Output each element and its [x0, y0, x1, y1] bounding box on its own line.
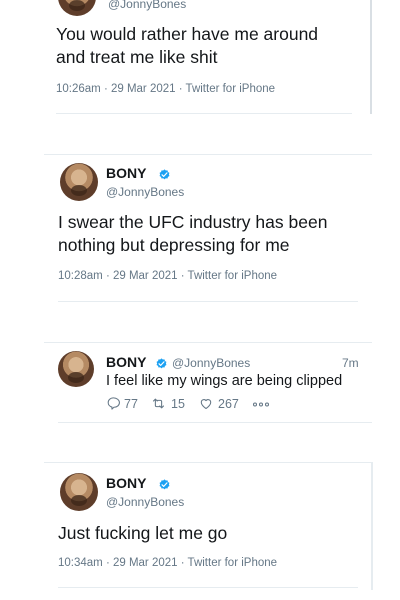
- verified-badge-icon: [156, 358, 167, 369]
- like-icon[interactable]: [198, 396, 214, 411]
- tweet-author-name[interactable]: BONY: [106, 354, 146, 370]
- like-count: 267: [218, 397, 239, 411]
- reply-icon[interactable]: [106, 396, 121, 411]
- tweet-card[interactable]: BONY @JonnyBones 7m I feel like my wings…: [44, 342, 372, 423]
- verified-badge-icon: [159, 169, 170, 180]
- tweet-handle[interactable]: @JonnyBones: [108, 0, 186, 11]
- tweet-handle[interactable]: @JonnyBones: [172, 356, 250, 370]
- tweet-text: Just fucking let me go: [58, 523, 228, 543]
- avatar[interactable]: [58, 0, 96, 16]
- retweet-icon[interactable]: [150, 396, 167, 411]
- divider: [56, 113, 352, 114]
- reply-count: 77: [124, 397, 138, 411]
- tweet-handle[interactable]: @JonnyBones: [106, 185, 184, 199]
- scroll-edge: [371, 462, 373, 590]
- divider: [58, 587, 358, 588]
- tweet-card[interactable]: @JonnyBones You would rather have me aro…: [40, 0, 372, 114]
- tweet-card[interactable]: BONY @JonnyBones I swear the UFC industr…: [44, 154, 372, 302]
- divider: [58, 301, 358, 302]
- retweet-count: 15: [171, 397, 185, 411]
- avatar[interactable]: [58, 351, 94, 387]
- tweet-author-name[interactable]: BONY: [106, 475, 146, 491]
- tweet-author-name[interactable]: BONY: [106, 165, 146, 181]
- tweet-text: I swear the UFC industry has been nothin…: [58, 212, 328, 255]
- divider: [58, 422, 372, 423]
- tweet-meta[interactable]: 10:34am · 29 Mar 2021 · Twitter for iPho…: [58, 557, 277, 569]
- verified-badge-icon: [159, 479, 170, 490]
- tweet-card[interactable]: BONY @JonnyBones Just fucking let me go …: [44, 462, 372, 590]
- tweet-meta[interactable]: 10:28am · 29 Mar 2021 · Twitter for iPho…: [58, 270, 277, 282]
- tweet-text: You would rather have me around and trea…: [56, 24, 319, 67]
- more-options-icon[interactable]: [251, 400, 271, 409]
- avatar[interactable]: [60, 163, 98, 201]
- tweet-meta[interactable]: 10:26am · 29 Mar 2021 · Twitter for iPho…: [56, 83, 275, 95]
- tweet-time[interactable]: 7m: [342, 356, 359, 370]
- tweet-handle[interactable]: @JonnyBones: [106, 495, 184, 509]
- scroll-edge: [370, 0, 372, 114]
- tweet-text: I feel like my wings are being clipped: [106, 373, 343, 389]
- avatar[interactable]: [60, 473, 98, 511]
